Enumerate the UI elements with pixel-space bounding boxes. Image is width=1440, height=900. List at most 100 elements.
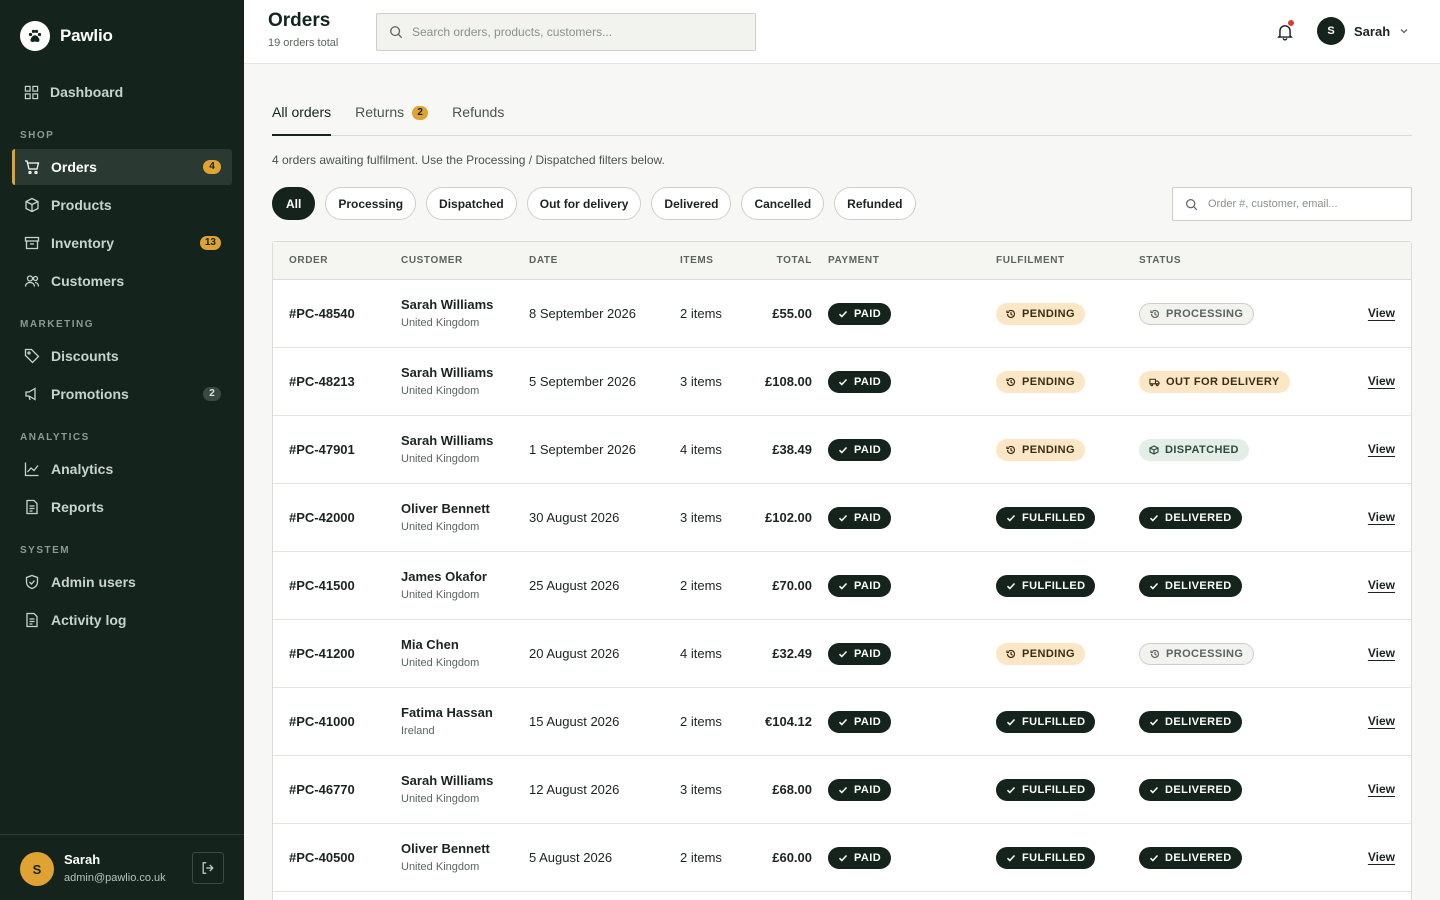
fulfilment-badge: FULFILLED <box>996 779 1096 801</box>
tab-all-orders[interactable]: All orders <box>272 96 332 136</box>
column-header-fulfilment[interactable]: FULFILMENT <box>996 255 1065 266</box>
notifications-button[interactable] <box>1274 20 1296 43</box>
archive-icon <box>24 236 40 250</box>
filter-chip-processing[interactable]: Processing <box>325 187 417 220</box>
fulfilment-badge-text: PENDING <box>1022 444 1075 456</box>
payment-badge: PAID <box>828 643 892 665</box>
table-row[interactable]: #PC-48213 Sarah Williams United Kingdom 5 S… <box>273 348 1411 416</box>
order-date: 20 August 2026 <box>529 646 620 661</box>
sidebar-item-analytics[interactable]: Analytics <box>12 451 232 487</box>
column-header-date[interactable]: DATE <box>529 255 558 266</box>
order-number[interactable]: #PC-46770 <box>289 782 355 797</box>
search-input[interactable] <box>412 25 732 39</box>
order-number[interactable]: #PC-48540 <box>289 306 355 321</box>
item-count: 3 items <box>680 510 722 525</box>
filter-chip-cancelled[interactable]: Cancelled <box>741 187 825 220</box>
view-order-link[interactable]: View <box>1368 782 1395 796</box>
brand[interactable]: Pawlio <box>20 21 113 51</box>
view-order-link[interactable]: View <box>1368 306 1395 320</box>
sidebar-item-promotions[interactable]: Promotions 2 <box>12 376 232 412</box>
filter-chip-out-for-delivery[interactable]: Out for delivery <box>526 187 642 220</box>
order-number[interactable]: #PC-48213 <box>289 374 355 389</box>
page-title: Orders <box>268 10 331 31</box>
filter-chip-all[interactable]: All <box>272 187 316 220</box>
sidebar-item-label: Activity log <box>51 612 127 628</box>
tab-returns[interactable]: Returns 2 <box>355 96 429 136</box>
orders-filter-search[interactable] <box>1172 187 1412 221</box>
order-number[interactable]: #PC-47901 <box>289 442 355 457</box>
payment-badge: PAID <box>828 779 892 801</box>
customer-country: United Kingdom <box>401 317 480 329</box>
payment-badge: PAID <box>828 711 892 733</box>
order-number[interactable]: #PC-40500 <box>289 850 355 865</box>
payment-badge-text: PAID <box>854 784 882 796</box>
sidebar-item-discounts[interactable]: Discounts <box>12 338 232 374</box>
check-icon <box>1006 853 1016 863</box>
customer-name: James Okafor <box>401 569 487 584</box>
table-row[interactable]: #PC-46770 Sarah Williams United Kingdom 12 … <box>273 756 1411 824</box>
view-order-link[interactable]: View <box>1368 510 1395 524</box>
sidebar-item-label: Customers <box>51 273 125 289</box>
view-order-link[interactable]: View <box>1368 850 1395 864</box>
order-number[interactable]: #PC-42000 <box>289 510 355 525</box>
customer-name: Oliver Bennett <box>401 841 490 856</box>
view-order-link[interactable]: View <box>1368 442 1395 456</box>
view-order-link[interactable]: View <box>1368 714 1395 728</box>
order-search-input[interactable] <box>1208 198 1398 210</box>
filter-chip-refunded[interactable]: Refunded <box>834 187 916 220</box>
tab-refunds[interactable]: Refunds <box>452 96 504 136</box>
column-header-payment[interactable]: PAYMENT <box>828 255 879 266</box>
fulfilment-badge-text: FULFILLED <box>1022 716 1086 728</box>
table-row[interactable]: #PC-42000 Oliver Bennett United Kingdom 30 … <box>273 484 1411 552</box>
customer-name: Sarah Williams <box>401 297 494 312</box>
tag-icon <box>24 348 40 364</box>
order-date: 25 August 2026 <box>529 578 620 593</box>
column-header-items[interactable]: ITEMS <box>680 255 714 266</box>
filter-chip-dispatched[interactable]: Dispatched <box>426 187 517 220</box>
sidebar-item-orders[interactable]: Orders 4 <box>12 149 232 185</box>
section-label-system: SYSTEM <box>20 545 71 556</box>
customer-name: Mia Chen <box>401 637 459 652</box>
global-search[interactable] <box>376 13 756 51</box>
sidebar-item-activity-log[interactable]: Activity log <box>12 602 232 638</box>
table-row[interactable]: #PC-41000 Fatima Hassan Ireland 15 August 2… <box>273 688 1411 756</box>
order-number[interactable]: #PC-41000 <box>289 714 355 729</box>
fulfilment-badge-text: FULFILLED <box>1022 512 1086 524</box>
fulfilment-badge: PENDING <box>996 643 1085 665</box>
table-row[interactable]: #PC-40500 Oliver Bennett United Kingdom 5 A… <box>273 824 1411 892</box>
sidebar-item-customers[interactable]: Customers <box>12 263 232 299</box>
sidebar-item-dashboard[interactable]: Dashboard <box>12 74 232 110</box>
column-header-total[interactable]: TOTAL <box>777 255 812 266</box>
order-number[interactable]: #PC-41500 <box>289 578 355 593</box>
payment-badge: PAID <box>828 575 892 597</box>
sidebar-item-reports[interactable]: Reports <box>12 489 232 525</box>
logout-button[interactable] <box>192 852 224 884</box>
sidebar-item-admin-users[interactable]: Admin users <box>12 564 232 600</box>
fulfilment-badge-text: FULFILLED <box>1022 784 1086 796</box>
sidebar-item-products[interactable]: Products <box>12 187 232 223</box>
users-icon <box>24 275 40 287</box>
user-menu[interactable]: S Sarah <box>1317 17 1409 45</box>
column-header-order[interactable]: ORDER <box>289 255 328 266</box>
check-icon <box>838 649 848 659</box>
avatar[interactable]: S <box>20 852 54 886</box>
column-header-status[interactable]: STATUS <box>1139 255 1181 266</box>
view-order-link[interactable]: View <box>1368 374 1395 388</box>
column-header-customer[interactable]: CUSTOMER <box>401 255 463 266</box>
table-row[interactable]: #PC-41200 Mia Chen United Kingdom 20 August… <box>273 620 1411 688</box>
clock-icon <box>1150 649 1160 659</box>
view-order-link[interactable]: View <box>1368 646 1395 660</box>
clock-icon <box>1006 445 1016 455</box>
fulfilment-badge: PENDING <box>996 439 1085 461</box>
orders-count-badge: 4 <box>203 160 221 174</box>
status-badge: DELIVERED <box>1139 711 1242 733</box>
table-row[interactable]: #PC-48540 Sarah Williams United Kingdom 8 S… <box>273 280 1411 348</box>
item-count: 2 items <box>680 714 722 729</box>
filter-chip-delivered[interactable]: Delivered <box>651 187 732 220</box>
table-row[interactable]: #PC-41500 James Okafor United Kingdom 25 Au… <box>273 552 1411 620</box>
sidebar-item-inventory[interactable]: Inventory 13 <box>12 225 232 261</box>
view-order-link[interactable]: View <box>1368 578 1395 592</box>
order-number[interactable]: #PC-41200 <box>289 646 355 661</box>
sidebar-item-label: Products <box>51 197 112 213</box>
table-row[interactable]: #PC-47901 Sarah Williams United Kingdom 1 S… <box>273 416 1411 484</box>
